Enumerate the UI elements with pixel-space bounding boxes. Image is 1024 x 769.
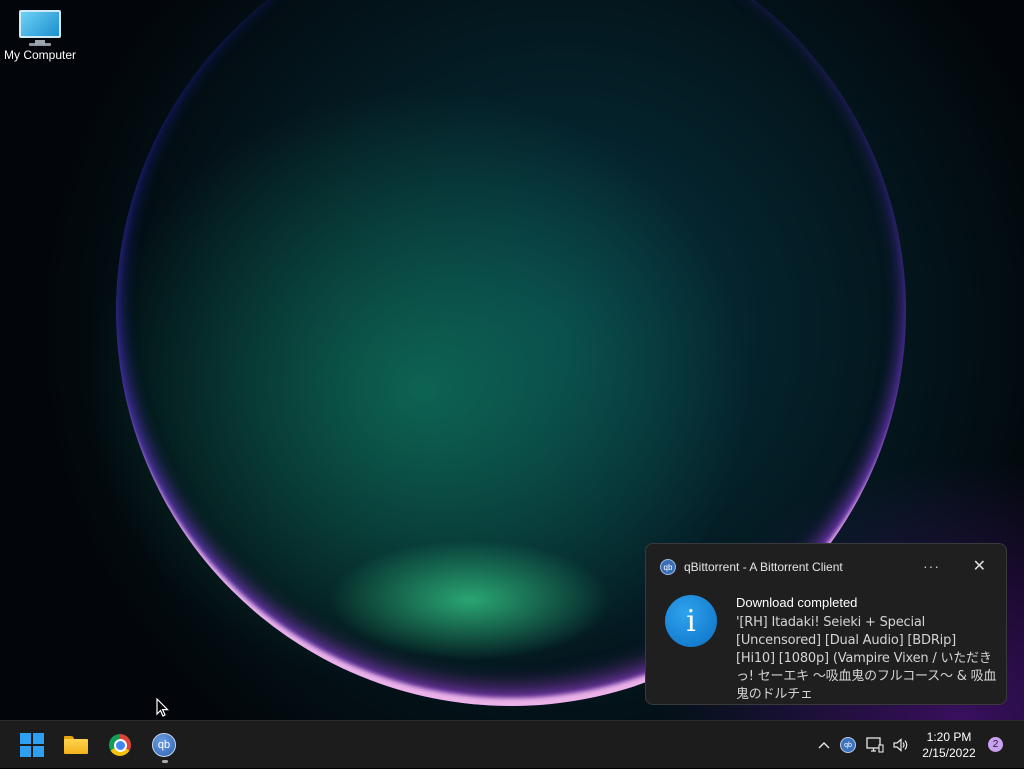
desktop-icon-my-computer[interactable]: My Computer xyxy=(2,10,78,62)
chrome-icon xyxy=(109,734,131,756)
monitor-icon xyxy=(19,10,61,45)
qbittorrent-icon: qb xyxy=(660,559,676,575)
network-icon[interactable] xyxy=(864,721,886,769)
start-button[interactable] xyxy=(16,729,48,761)
mouse-cursor-icon xyxy=(156,698,169,717)
taskbar: qb qb 1:20 PM 2/15/2022 2 xyxy=(0,720,1024,768)
windows-logo-icon xyxy=(20,733,44,757)
system-clock[interactable]: 1:20 PM 2/15/2022 xyxy=(914,729,984,761)
toast-app-name: qBittorrent - A Bittorrent Client xyxy=(684,560,843,574)
desktop-icon-label: My Computer xyxy=(3,48,77,62)
tray-overflow-chevron-icon[interactable] xyxy=(815,721,833,769)
taskbar-chrome[interactable] xyxy=(104,729,136,761)
folder-icon xyxy=(64,736,88,754)
taskbar-qbittorrent[interactable]: qb xyxy=(148,729,180,761)
taskbar-file-explorer[interactable] xyxy=(60,729,92,761)
info-icon: i xyxy=(665,595,717,647)
notification-center-badge[interactable]: 2 xyxy=(988,737,1003,752)
volume-icon[interactable] xyxy=(890,721,912,769)
toast-message: '[RH] Itadaki! Seieki + Special [Uncenso… xyxy=(736,615,997,702)
toast-more-options-button[interactable]: ··· xyxy=(923,558,940,574)
clock-time: 1:20 PM xyxy=(926,730,972,744)
clock-date: 2/15/2022 xyxy=(922,746,976,760)
notification-toast[interactable]: qb qBittorrent - A Bittorrent Client ···… xyxy=(645,543,1007,705)
qbittorrent-tray-icon: qb xyxy=(840,737,856,753)
tray-qbittorrent[interactable]: qb xyxy=(838,721,858,769)
toast-header: qb qBittorrent - A Bittorrent Client ···… xyxy=(660,558,992,576)
toast-close-button[interactable]: ✕ xyxy=(973,556,986,576)
qbittorrent-icon: qb xyxy=(152,733,176,757)
toast-title: Download completed xyxy=(736,595,858,610)
running-indicator xyxy=(162,760,168,763)
